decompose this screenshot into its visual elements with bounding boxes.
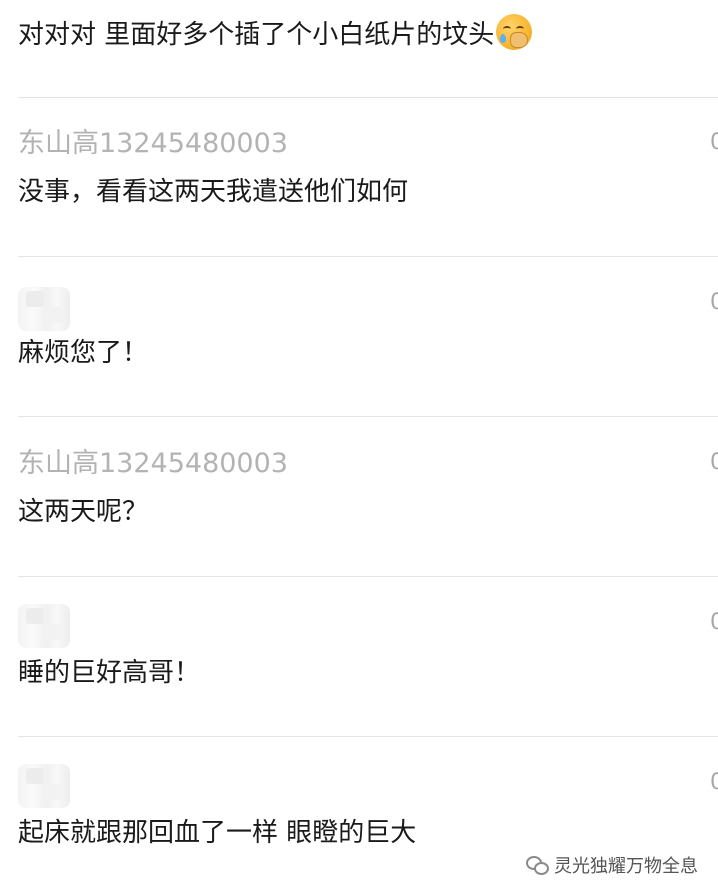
comment-text: 这两天呢？	[18, 497, 149, 527]
comment-text: 没事，看看这两天我遣送他们如何	[18, 177, 409, 207]
divider	[18, 736, 718, 737]
comment-text: 麻烦您了！	[18, 338, 149, 368]
like-count[interactable]: 0	[710, 449, 718, 477]
comment-item[interactable]: 麻烦您了！ 0	[18, 287, 718, 371]
watermark-text: 灵光独耀万物全息	[554, 856, 698, 877]
blurred-avatar[interactable]	[18, 287, 70, 331]
wechat-icon	[526, 856, 549, 875]
top-comment-text: 对对对 里面好多个插了个小白纸片的坟头	[18, 20, 495, 50]
divider	[18, 576, 718, 577]
face-palm-crying-icon	[496, 14, 533, 50]
comment-thread-page: 对对对 里面好多个插了个小白纸片的坟头 东山高13245480003 没事，看看…	[0, 0, 718, 896]
blurred-avatar[interactable]	[18, 764, 70, 808]
comment-username[interactable]: 东山高13245480003	[18, 127, 718, 161]
comment-item[interactable]: 东山高13245480003 没事，看看这两天我遣送他们如何 0	[18, 127, 718, 210]
divider	[18, 97, 718, 98]
divider	[18, 416, 718, 417]
watermark: 灵光独耀万物全息	[526, 852, 698, 878]
top-comment: 对对对 里面好多个插了个小白纸片的坟头	[18, 14, 533, 55]
comment-text: 睡的巨好高哥！	[18, 658, 201, 688]
like-count[interactable]: 0	[710, 769, 718, 797]
comment-username[interactable]: 东山高13245480003	[18, 447, 718, 481]
divider	[18, 256, 718, 257]
like-count[interactable]: 0	[710, 609, 718, 637]
blurred-avatar[interactable]	[18, 604, 70, 648]
like-count[interactable]: 0	[710, 129, 718, 157]
like-count[interactable]: 0	[710, 289, 718, 317]
comment-item[interactable]: 东山高13245480003 这两天呢？ 0	[18, 447, 718, 530]
comment-item[interactable]: 睡的巨好高哥！ 0	[18, 604, 718, 691]
comment-item[interactable]: 起床就跟那回血了一样 眼瞪的巨大 0	[18, 764, 718, 851]
comment-text: 起床就跟那回血了一样 眼瞪的巨大	[18, 818, 417, 848]
